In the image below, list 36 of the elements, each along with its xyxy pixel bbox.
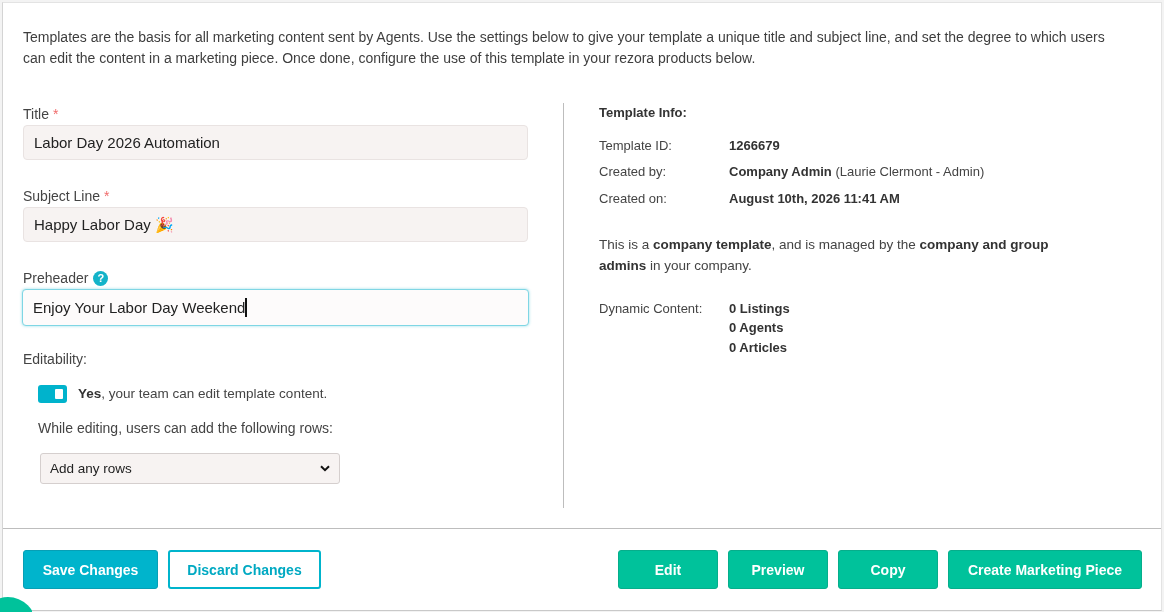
help-icon[interactable]: ? <box>93 270 109 286</box>
toggle-label: Yes, your team can edit template content. <box>78 385 328 403</box>
required-asterisk: * <box>52 105 59 124</box>
ownership-note: This is a company template, and is managed by the company and group admins in your company. <box>599 235 1050 275</box>
intro-paragraph: Templates are the basis for all marketing content sent by Agents. Use the settings below to give your template a unique title and subject line, and set the degree to which users can edit the content in a marketing piece. Once done, configure the use of this template in your rezora products below. <box>23 28 1106 68</box>
info-heading: Template Info: <box>599 104 687 122</box>
info-label: Dynamic Content: <box>599 299 704 318</box>
action-button[interactable]: Create Marketing Piece <box>948 550 1142 589</box>
info-value: 0 Articles <box>729 338 788 357</box>
info-label: Created by: <box>599 164 668 180</box>
field-label: Preheader <box>23 269 89 288</box>
text-cursor-icon <box>245 298 247 317</box>
info-label: Created on: <box>599 190 668 206</box>
info-value: 0 Listings <box>729 299 790 318</box>
save-changes-button[interactable]: Save Changes <box>23 550 158 589</box>
rows-dropdown[interactable]: Add any rows <box>40 453 340 484</box>
info-value: Company Admin (Laurie Clermont - Admin) <box>729 164 985 180</box>
info-value: 1266679 <box>729 137 780 153</box>
info-value: August 10th, 2026 11:41 AM <box>729 190 900 206</box>
discard-changes-button[interactable]: Discard Changes <box>168 550 321 589</box>
info-label: Template ID: <box>599 137 673 153</box>
action-button[interactable]: Edit <box>618 550 718 589</box>
field-label: Title <box>23 105 49 124</box>
field-label: Subject Line <box>23 187 101 206</box>
info-value: 0 Agents <box>729 319 784 337</box>
action-button[interactable]: Preview <box>728 550 828 589</box>
text-field[interactable]: Happy Labor Day 🎉 <box>23 207 528 242</box>
chevron-down-icon <box>320 465 330 472</box>
section-label: Editability: <box>23 350 87 369</box>
required-asterisk: * <box>104 187 110 206</box>
action-button[interactable]: Copy <box>838 550 938 589</box>
text-field[interactable]: Labor Day 2026 Automation <box>23 125 528 160</box>
floating-action-button[interactable] <box>0 595 32 612</box>
text-field[interactable]: Enjoy Your Labor Day Weekend <box>22 289 529 326</box>
toggle-switch[interactable] <box>38 385 67 403</box>
dropdown-label: While editing, users can add the following rows: <box>38 419 333 438</box>
